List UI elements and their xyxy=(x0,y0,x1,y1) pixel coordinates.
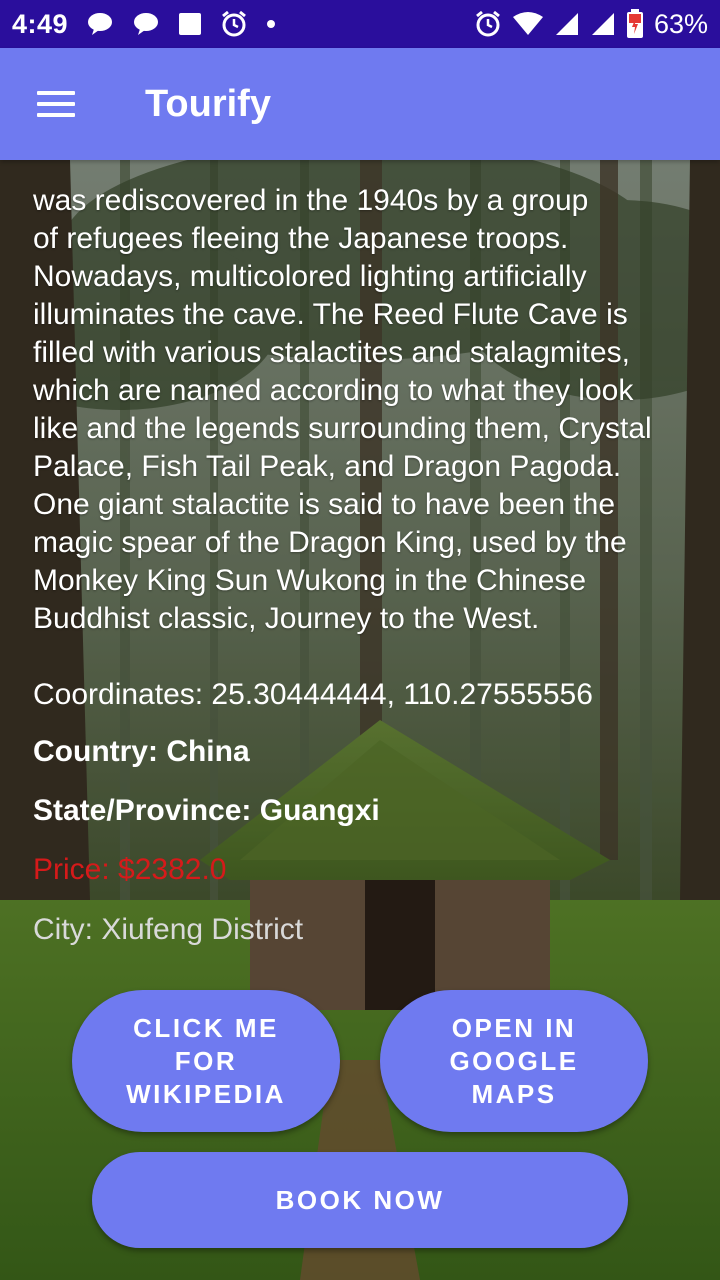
app-bar: Tourify xyxy=(0,48,720,160)
chat-bubble-icon xyxy=(132,11,160,37)
wikipedia-button-label: CLICK ME FOR WIKIPEDIA xyxy=(126,1012,286,1109)
wikipedia-button[interactable]: CLICK ME FOR WIKIPEDIA xyxy=(72,990,340,1132)
battery-charging-icon xyxy=(626,9,644,39)
country-text: Country: China xyxy=(33,735,250,768)
price-text: Price: $2382.0 xyxy=(33,853,227,886)
hamburger-menu-icon xyxy=(37,91,75,117)
google-maps-button[interactable]: OPEN IN GOOGLE MAPS xyxy=(380,990,648,1132)
alarm-icon xyxy=(474,10,502,38)
book-now-button-label: BOOK NOW xyxy=(275,1184,445,1215)
book-now-button[interactable]: BOOK NOW xyxy=(92,1152,628,1248)
signal-icon xyxy=(590,11,616,37)
square-notification-icon xyxy=(178,12,202,36)
battery-percentage: 63% xyxy=(653,8,708,39)
app-title: Tourify xyxy=(145,82,271,125)
detail-content[interactable]: was rediscovered in the 1940s by a group… xyxy=(0,160,720,1280)
city-text: City: Xiufeng District xyxy=(33,913,304,946)
chat-bubble-icon xyxy=(86,11,114,37)
coordinates-text: Coordinates: 25.30444444, 110.27555556 xyxy=(33,678,593,711)
signal-icon xyxy=(554,11,580,37)
google-maps-button-label: OPEN IN GOOGLE MAPS xyxy=(449,1012,579,1109)
status-time: 4:49 xyxy=(12,8,69,39)
wifi-icon xyxy=(512,11,544,37)
state-province-text: State/Province: Guangxi xyxy=(33,794,380,827)
hamburger-menu-button[interactable] xyxy=(0,48,112,160)
place-description: was rediscovered in the 1940s by a group… xyxy=(33,184,652,635)
status-bar: 4:49 63% xyxy=(0,0,720,48)
alarm-icon xyxy=(220,10,248,38)
dot-icon xyxy=(266,19,276,29)
